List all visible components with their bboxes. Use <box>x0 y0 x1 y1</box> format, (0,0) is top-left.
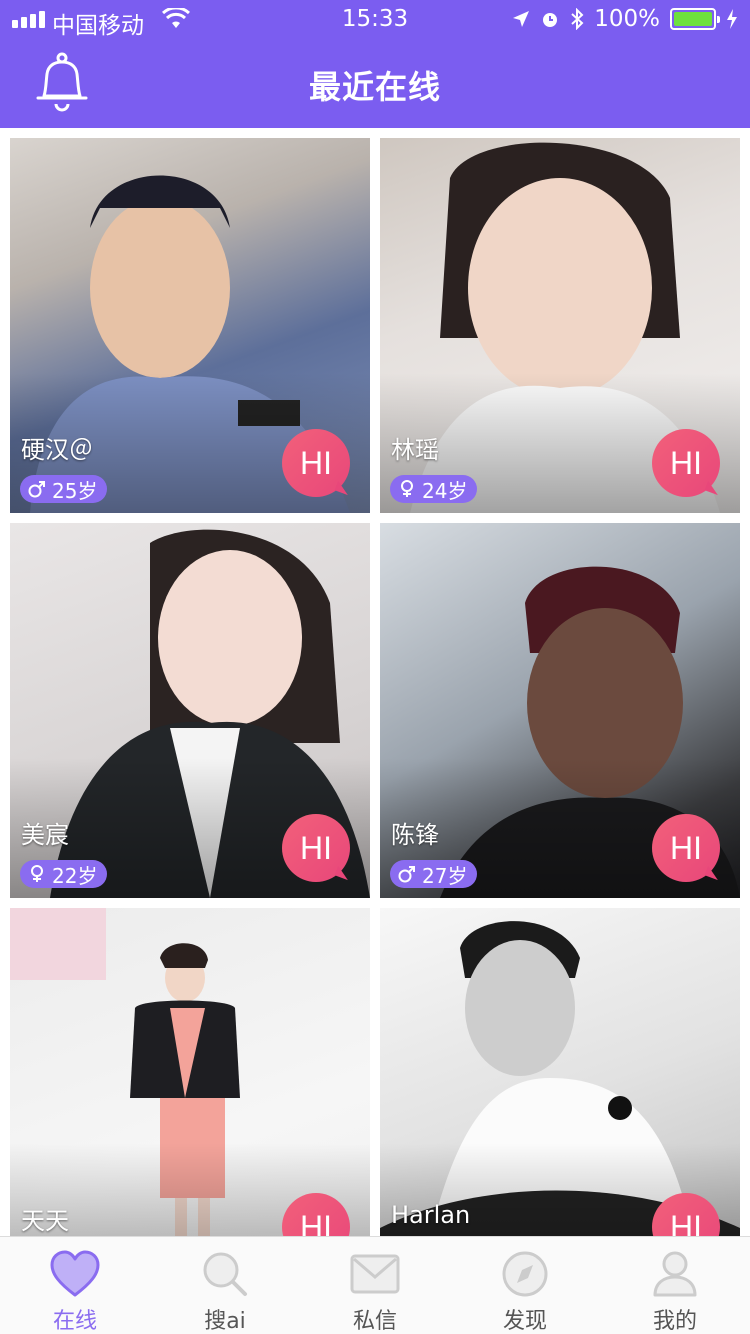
tab-label: 在线 <box>52 1309 97 1334</box>
male-icon <box>28 481 45 498</box>
alarm-icon <box>543 13 558 27</box>
user-name: 林瑶 <box>391 436 439 464</box>
mail-icon <box>350 1254 400 1294</box>
hi-button[interactable]: HI <box>652 814 720 882</box>
user-card[interactable]: 美宸 22岁 HI <box>10 523 370 898</box>
user-grid: 硬汉＠ 25岁 HI 林瑶 24岁 HI 美宸 22岁 HI 陈锋 27岁 HI… <box>0 128 750 1236</box>
tab-profile[interactable]: 我的 <box>600 1237 750 1334</box>
female-icon <box>401 480 413 497</box>
age-label: 24岁 <box>422 478 468 503</box>
person-icon <box>653 1251 697 1297</box>
tab-search[interactable]: 搜ai <box>150 1237 300 1334</box>
tab-bar: 在线 搜ai 私信 发现 我的 <box>0 1236 750 1334</box>
page-title: 最近在线 <box>308 68 441 106</box>
charging-icon <box>727 9 737 29</box>
tab-label: 我的 <box>652 1309 697 1334</box>
age-badge: 22岁 <box>20 860 108 888</box>
top-bar: 中国移动 15:33 100% 最近在线 <box>0 0 750 128</box>
location-icon <box>513 11 530 27</box>
tab-label: 搜ai <box>204 1309 246 1334</box>
battery-percent: 100% <box>594 6 660 32</box>
tab-messages[interactable]: 私信 <box>300 1237 450 1334</box>
status-bar: 中国移动 15:33 100% <box>0 0 750 40</box>
compass-icon <box>502 1251 548 1297</box>
battery-icon <box>670 8 720 30</box>
user-name: 天天 <box>21 1207 69 1235</box>
age-badge: 25岁 <box>20 475 108 503</box>
user-name: Harlan <box>391 1201 471 1229</box>
bluetooth-icon <box>571 8 584 30</box>
age-label: 22岁 <box>52 863 98 888</box>
age-badge: 24岁 <box>390 475 478 503</box>
male-icon <box>398 866 415 883</box>
user-card[interactable]: Harlan HI <box>380 908 740 1236</box>
user-name: 美宸 <box>21 821 69 849</box>
user-name: 陈锋 <box>391 821 439 849</box>
female-icon <box>31 865 43 882</box>
hi-button[interactable]: HI <box>282 429 350 497</box>
user-card[interactable]: 陈锋 27岁 HI <box>380 523 740 898</box>
age-badge: 27岁 <box>390 860 478 888</box>
tab-label: 私信 <box>352 1309 397 1334</box>
tab-discover[interactable]: 发现 <box>450 1237 600 1334</box>
tab-label: 发现 <box>502 1309 547 1334</box>
age-label: 27岁 <box>422 863 468 888</box>
age-label: 25岁 <box>52 478 98 503</box>
heart-icon <box>50 1250 100 1297</box>
tab-online[interactable]: 在线 <box>0 1237 150 1334</box>
user-card[interactable]: 林瑶 24岁 HI <box>380 138 740 513</box>
user-name: 硬汉＠ <box>21 436 93 464</box>
status-right: 100% <box>512 6 738 32</box>
search-icon <box>203 1252 247 1296</box>
hi-button[interactable]: HI <box>652 429 720 497</box>
hi-button[interactable]: HI <box>282 814 350 882</box>
user-card[interactable]: 硬汉＠ 25岁 HI <box>10 138 370 513</box>
user-card[interactable]: 天天 HI <box>10 908 370 1236</box>
